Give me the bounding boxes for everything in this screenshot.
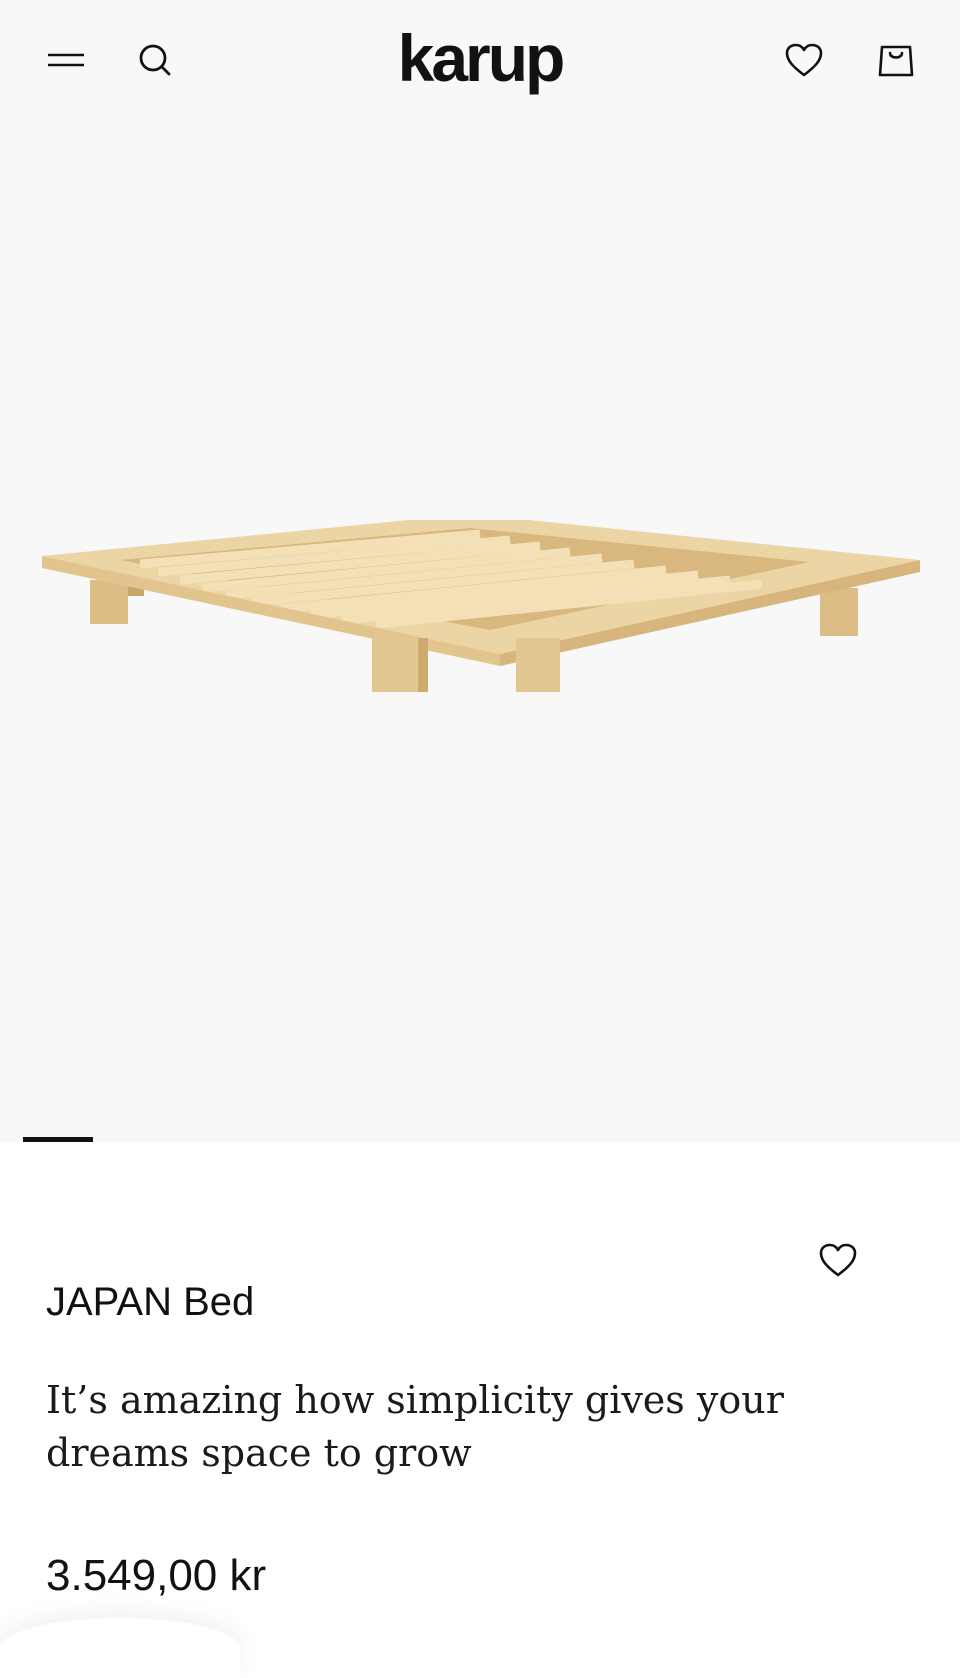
shopping-bag-icon bbox=[878, 45, 914, 77]
heart-icon bbox=[819, 1243, 857, 1277]
floating-button-edge bbox=[0, 1618, 240, 1678]
search-button[interactable] bbox=[131, 36, 179, 84]
hamburger-menu-icon bbox=[48, 53, 84, 67]
product-tagline: It’s amazing how simplicity gives your d… bbox=[46, 1378, 784, 1475]
product-price: 3.549,00 kr bbox=[46, 1551, 267, 1600]
wishlist-button[interactable] bbox=[780, 36, 828, 84]
site-header: karup bbox=[0, 0, 960, 118]
add-to-wishlist-button[interactable] bbox=[814, 1236, 862, 1284]
gallery-pagination-indicator[interactable] bbox=[23, 1137, 93, 1142]
cart-button[interactable] bbox=[872, 36, 920, 84]
search-icon bbox=[139, 44, 171, 76]
menu-button[interactable] bbox=[40, 36, 88, 84]
product-title: JAPAN Bed bbox=[46, 1279, 255, 1324]
product-image bbox=[42, 520, 920, 692]
brand-logo[interactable]: karup bbox=[380, 18, 580, 98]
product-gallery[interactable] bbox=[0, 0, 960, 1142]
heart-icon bbox=[785, 43, 823, 77]
